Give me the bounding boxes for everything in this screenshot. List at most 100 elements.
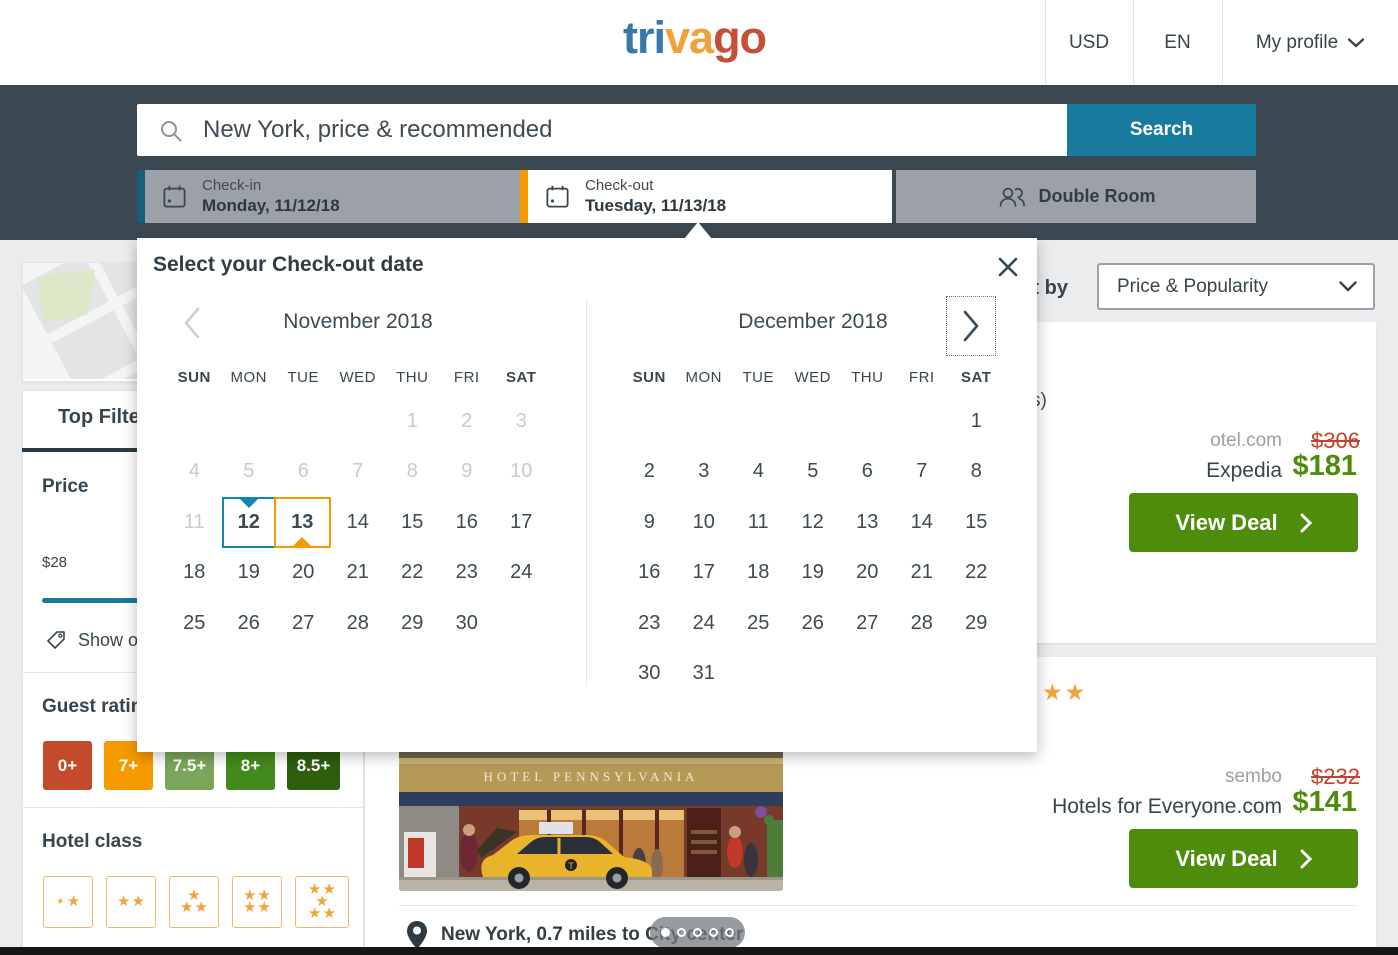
calendar-day-16[interactable]: 16 [440, 497, 495, 548]
calendar-day-9[interactable]: 9 [622, 497, 677, 548]
calendar-day-28[interactable]: 28 [331, 598, 386, 649]
checkin-label: Check-in [202, 177, 340, 196]
calendar-day-18[interactable]: 18 [167, 548, 222, 599]
calendar-day-20[interactable]: 20 [276, 548, 331, 599]
calendar-day-empty [731, 396, 786, 447]
weekday-label: FRI [440, 358, 495, 396]
calendar-day-14[interactable]: 14 [895, 497, 950, 548]
calendar-day-22[interactable]: 22 [949, 548, 1004, 599]
calendar-day-27[interactable]: 27 [840, 598, 895, 649]
calendar-day-19[interactable]: 19 [222, 548, 277, 599]
calendar-day-17[interactable]: 17 [677, 548, 732, 599]
calendar-day-empty [331, 396, 386, 447]
view-deal-button-2[interactable]: View Deal [1129, 829, 1358, 888]
calendar-day-17[interactable]: 17 [494, 497, 549, 548]
calendar-day-empty [786, 649, 841, 700]
sort-dropdown[interactable]: Price & Popularity [1097, 263, 1375, 310]
calendar-day-7: 7 [331, 447, 386, 498]
calendar-day-28[interactable]: 28 [895, 598, 950, 649]
show-deals-label: Show o [78, 630, 138, 651]
calendar-day-29[interactable]: 29 [385, 598, 440, 649]
calendar-day-5[interactable]: 5 [786, 447, 841, 498]
chevron-down-icon [1348, 38, 1364, 48]
calendar-day-15[interactable]: 15 [949, 497, 1004, 548]
calendar-day-3[interactable]: 3 [677, 447, 732, 498]
hotel-class-1-star[interactable]: ✶★ [43, 876, 93, 928]
close-icon[interactable] [993, 252, 1023, 282]
calendar-day-25[interactable]: 25 [167, 598, 222, 649]
room-type-button[interactable]: Double Room [896, 170, 1256, 223]
language-selector[interactable]: EN [1133, 0, 1222, 85]
search-button[interactable]: Search [1067, 104, 1256, 156]
carousel-dot-5[interactable] [725, 928, 734, 937]
calendar-day-empty [276, 396, 331, 447]
calendar-day-14[interactable]: 14 [331, 497, 386, 548]
arrow-right-icon [1300, 849, 1312, 869]
calendar-day-24[interactable]: 24 [494, 548, 549, 599]
search-input[interactable] [201, 115, 1035, 145]
calendar-day-13[interactable]: 13 [840, 497, 895, 548]
destination-search-field[interactable] [137, 104, 1067, 156]
calendar-day-29[interactable]: 29 [949, 598, 1004, 649]
price-section-title: Price [42, 476, 88, 498]
calendar-day-12[interactable]: 12 [222, 497, 277, 548]
arrow-right-icon [1300, 513, 1312, 533]
calendar-day-7[interactable]: 7 [895, 447, 950, 498]
my-profile-menu[interactable]: My profile [1222, 0, 1398, 85]
calendar-day-5: 5 [222, 447, 277, 498]
calendar-day-10[interactable]: 10 [677, 497, 732, 548]
hotel-class-2-star[interactable]: ★★ [106, 876, 156, 928]
calendar-day-6[interactable]: 6 [840, 447, 895, 498]
popup-caret [684, 222, 712, 239]
calendar-day-empty [949, 649, 1004, 700]
calendar-day-empty [731, 649, 786, 700]
calendar-day-23[interactable]: 23 [440, 548, 495, 599]
carousel-dot-1[interactable] [661, 928, 670, 937]
calendar-day-27[interactable]: 27 [276, 598, 331, 649]
weekday-label: SUN [622, 358, 677, 396]
checkin-date-button[interactable]: Check-in Monday, 11/12/18 [137, 170, 521, 223]
trivago-logo[interactable]: trivago [623, 12, 766, 64]
calendar-day-30[interactable]: 30 [622, 649, 677, 700]
calendar-day-3: 3 [494, 396, 549, 447]
room-type-label: Double Room [1039, 186, 1156, 207]
calendar-day-13[interactable]: 13 [274, 497, 331, 548]
carousel-dot-4[interactable] [709, 928, 718, 937]
currency-selector[interactable]: USD [1045, 0, 1133, 85]
guest-rating-0+[interactable]: 0+ [43, 741, 92, 790]
view-deal-button-1[interactable]: View Deal [1129, 493, 1358, 552]
hotel-class-4-star[interactable]: ★★★★ [232, 876, 282, 928]
calendar-day-15[interactable]: 15 [385, 497, 440, 548]
calendar-day-25[interactable]: 25 [731, 598, 786, 649]
carousel-dot-2[interactable] [677, 928, 686, 937]
calendar-day-21[interactable]: 21 [331, 548, 386, 599]
hotel-class-3-star[interactable]: ★★★ [169, 876, 219, 928]
calendar-day-26[interactable]: 26 [786, 598, 841, 649]
show-deals-toggle[interactable]: Show o [44, 628, 138, 652]
calendar-day-8[interactable]: 8 [949, 447, 1004, 498]
calendar-day-30[interactable]: 30 [440, 598, 495, 649]
calendar-day-16[interactable]: 16 [622, 548, 677, 599]
calendar-day-19[interactable]: 19 [786, 548, 841, 599]
calendar-day-12[interactable]: 12 [786, 497, 841, 548]
calendar-day-1[interactable]: 1 [949, 396, 1004, 447]
carousel-dot-3[interactable] [693, 928, 702, 937]
calendar-day-18[interactable]: 18 [731, 548, 786, 599]
hotel-class-5-star[interactable]: ★★★★★ [295, 876, 349, 928]
calendar-day-empty [895, 649, 950, 700]
calendar-day-26[interactable]: 26 [222, 598, 277, 649]
calendar-day-22[interactable]: 22 [385, 548, 440, 599]
calendar-day-2[interactable]: 2 [622, 447, 677, 498]
calendar-day-4[interactable]: 4 [731, 447, 786, 498]
calendar-day-24[interactable]: 24 [677, 598, 732, 649]
checkout-date-button[interactable]: Check-out Tuesday, 11/13/18 [520, 170, 892, 223]
calendar-day-11[interactable]: 11 [731, 497, 786, 548]
calendar-day-31[interactable]: 31 [677, 649, 732, 700]
calendar-day-empty [840, 396, 895, 447]
weekday-label: SUN [167, 358, 222, 396]
calendar-day-empty [167, 396, 222, 447]
calendar-day-20[interactable]: 20 [840, 548, 895, 599]
calendar-day-21[interactable]: 21 [895, 548, 950, 599]
calendar-day-23[interactable]: 23 [622, 598, 677, 649]
checkout-value: Tuesday, 11/13/18 [585, 195, 726, 216]
